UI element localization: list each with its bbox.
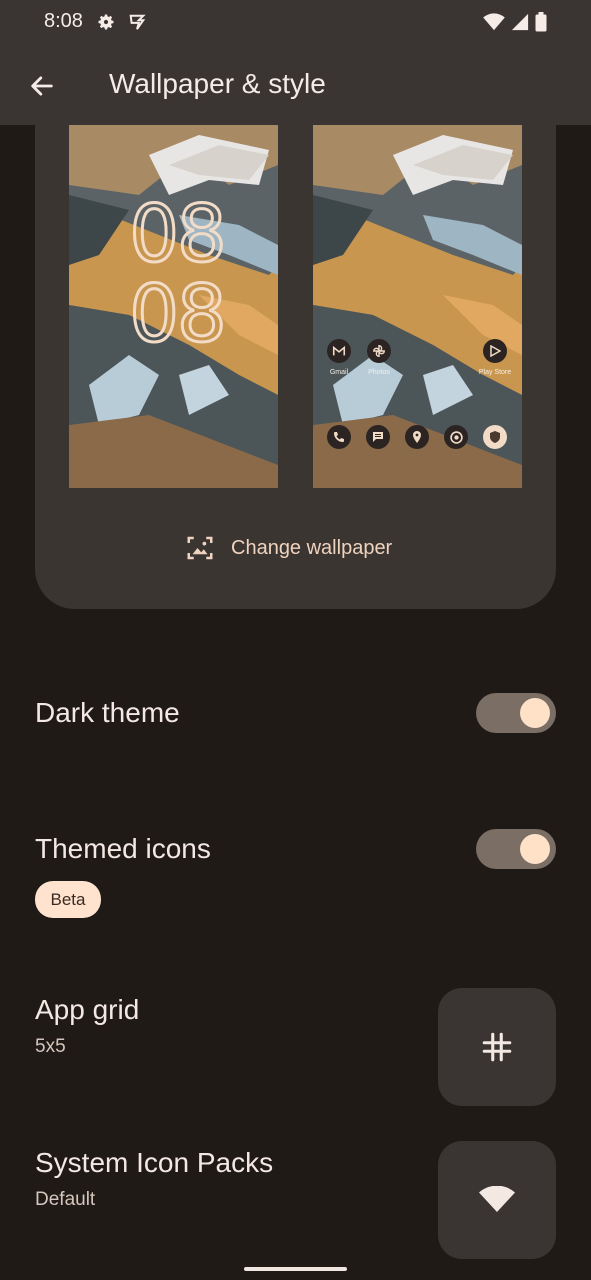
play-store-app-icon[interactable] — [483, 339, 507, 363]
lock-screen-preview[interactable]: 08 08 — [69, 125, 278, 488]
cellular-signal-icon — [511, 13, 529, 31]
status-notification-icons — [96, 12, 146, 32]
play-store-icon — [490, 345, 501, 357]
maps-app-icon[interactable] — [405, 425, 429, 449]
app-grid-value: 5x5 — [35, 1036, 66, 1057]
toggle-knob — [520, 698, 550, 728]
wifi-icon — [479, 1186, 515, 1212]
shield-icon — [490, 431, 500, 443]
clock-hours: 08 — [128, 190, 228, 280]
app-grid-row[interactable]: App grid 5x5 — [35, 988, 556, 1106]
themed-icons-row[interactable]: Themed icons Beta — [35, 829, 556, 921]
gmail-icon — [332, 345, 346, 356]
app-bar: Wallpaper & style — [0, 44, 591, 125]
messages-app-icon[interactable] — [366, 425, 390, 449]
back-button[interactable] — [22, 66, 62, 106]
battery-icon — [535, 12, 547, 32]
phone-icon — [334, 432, 344, 442]
change-wallpaper-label: Change wallpaper — [231, 536, 393, 559]
app-grid-tile[interactable] — [438, 988, 556, 1106]
maps-icon — [413, 431, 421, 443]
photos-icon — [373, 345, 385, 357]
icon-packs-tile[interactable] — [438, 1141, 556, 1259]
beta-badge: Beta — [35, 881, 101, 918]
security-app-icon[interactable] — [483, 425, 507, 449]
lock-clock: 08 08 — [117, 190, 237, 360]
page-title: Wallpaper & style — [109, 68, 326, 99]
chrome-icon — [449, 430, 463, 444]
clock-minutes: 08 — [128, 270, 228, 360]
shield-status-icon — [129, 14, 146, 30]
dark-theme-row[interactable]: Dark theme — [35, 693, 556, 735]
gmail-app-icon[interactable] — [327, 339, 351, 363]
wifi-icon — [483, 13, 505, 31]
wallpaper-preview-card: 08 08 Gmail Photos Play Store Change wal… — [35, 125, 556, 609]
photos-app-icon[interactable] — [367, 339, 391, 363]
gesture-nav-handle[interactable] — [244, 1267, 347, 1271]
photos-label: Photos — [368, 369, 390, 376]
themed-icons-toggle[interactable] — [476, 829, 556, 869]
status-bar: 8:08 — [0, 0, 591, 44]
settings-gear-icon — [98, 14, 114, 30]
phone-app-icon[interactable] — [327, 425, 351, 449]
toggle-knob — [520, 834, 550, 864]
play-store-label: Play Store — [478, 369, 512, 376]
messages-icon — [373, 432, 383, 442]
chrome-app-icon[interactable] — [444, 425, 468, 449]
arrow-back-icon — [31, 76, 53, 96]
home-screen-preview[interactable]: Gmail Photos Play Store — [313, 125, 522, 488]
icon-packs-label: System Icon Packs — [35, 1147, 274, 1178]
icon-packs-row[interactable]: System Icon Packs Default — [35, 1141, 556, 1259]
status-time: 8:08 — [44, 10, 83, 32]
app-grid-label: App grid — [35, 994, 140, 1025]
dark-theme-toggle[interactable] — [476, 693, 556, 733]
change-wallpaper-button[interactable]: Change wallpaper — [185, 533, 392, 563]
grid-hash-icon — [482, 1032, 512, 1062]
icon-packs-value: Default — [35, 1189, 96, 1210]
gmail-label: Gmail — [329, 369, 349, 376]
status-system-icons — [483, 12, 547, 32]
wallpaper-icon — [187, 536, 213, 560]
